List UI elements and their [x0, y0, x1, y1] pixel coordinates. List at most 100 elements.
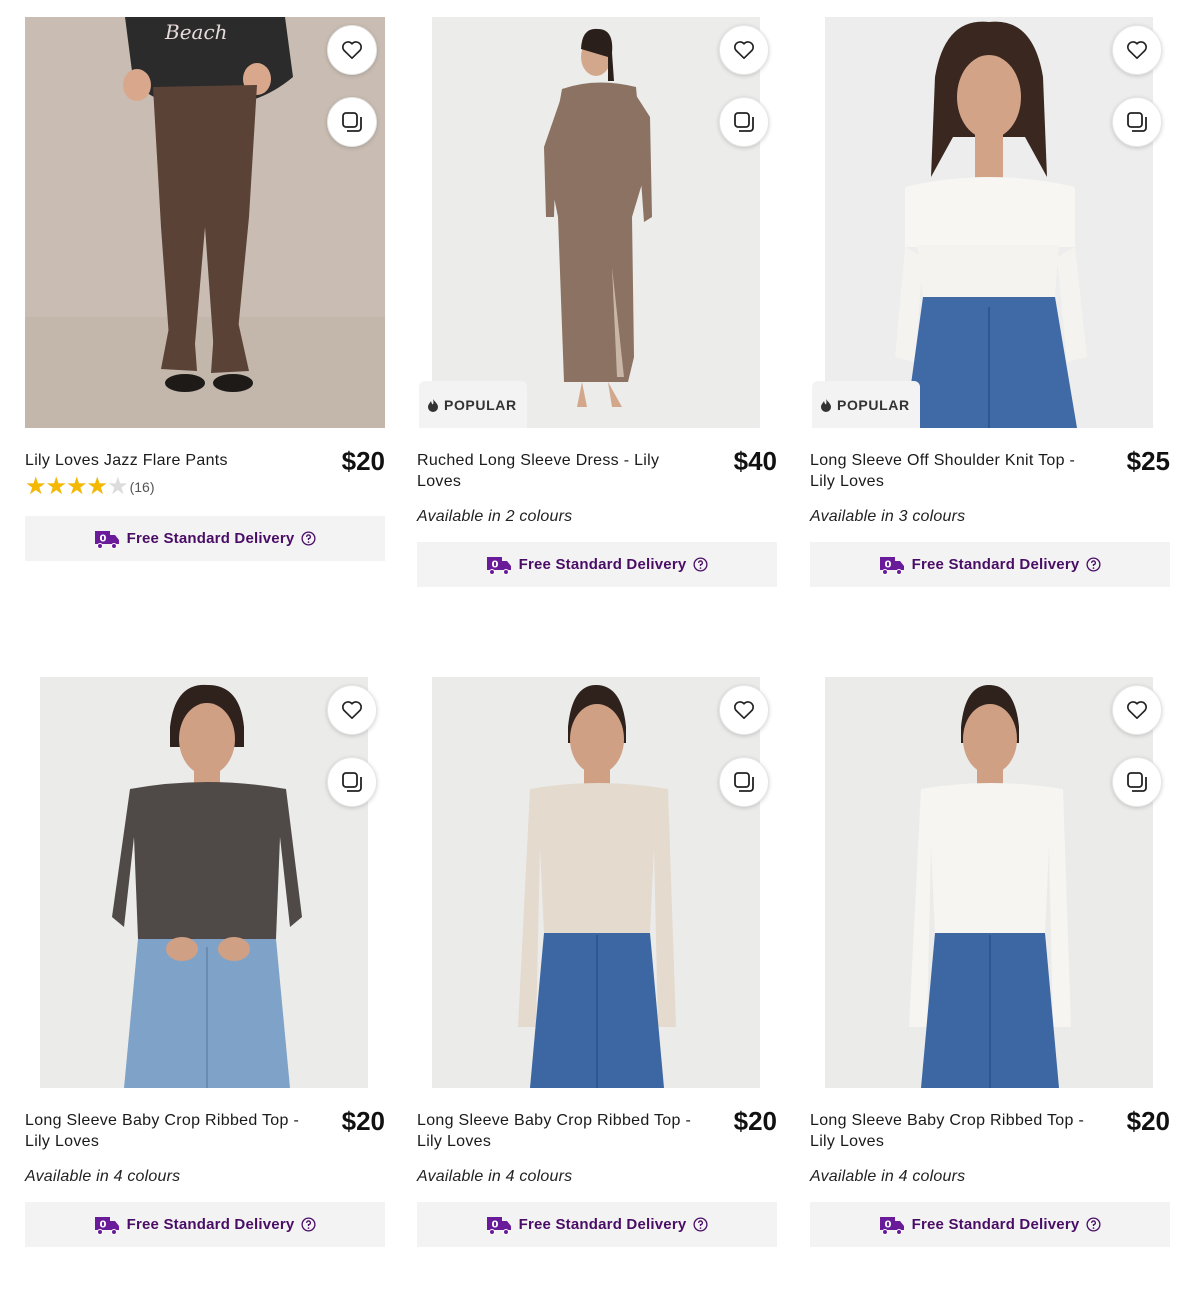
popular-badge: POPULAR [419, 381, 527, 428]
product-image[interactable]: Beach [25, 17, 385, 428]
colour-availability: Available in 4 colours [417, 1168, 573, 1185]
delivery-banner[interactable]: 0 Free Standard Delivery [810, 1202, 1170, 1247]
wishlist-button[interactable] [719, 685, 769, 735]
delivery-truck-icon: 0 [879, 1216, 904, 1235]
product-image[interactable] [40, 677, 368, 1088]
product-image-wrapper[interactable]: Beach [25, 17, 385, 428]
product-price: $40 [733, 446, 777, 476]
product-price: $20 [341, 1106, 385, 1136]
wishlist-button[interactable] [719, 25, 769, 75]
copy-icon [1127, 112, 1147, 132]
copy-icon [342, 112, 362, 132]
svg-text:Beach: Beach [164, 20, 228, 44]
heart-icon [342, 41, 362, 59]
copy-icon [734, 112, 754, 132]
product-rating[interactable]: ★★★★★ ★★★★★ (16) [25, 475, 385, 499]
help-circle-icon[interactable] [301, 531, 316, 546]
flame-icon [821, 398, 831, 412]
delivery-label: Free Standard Delivery [518, 1216, 687, 1233]
delivery-truck-icon: 0 [94, 1216, 119, 1235]
svg-text:0: 0 [884, 1219, 891, 1230]
copy-icon [1127, 772, 1147, 792]
help-circle-icon[interactable] [1086, 557, 1101, 572]
product-card[interactable]: Long Sleeve Baby Crop Ribbed Top - Lily … [417, 677, 777, 1247]
product-price: $20 [733, 1106, 777, 1136]
product-image-wrapper[interactable] [810, 677, 1170, 1088]
svg-text:0: 0 [99, 533, 106, 544]
compare-button[interactable] [1112, 97, 1162, 147]
review-count: (16) [129, 479, 155, 495]
delivery-banner[interactable]: 0 Free Standard Delivery [25, 516, 385, 561]
help-circle-icon[interactable] [693, 1217, 708, 1232]
product-info: Long Sleeve Baby Crop Ribbed Top - Lily … [25, 1088, 385, 1164]
svg-text:0: 0 [491, 559, 498, 570]
colour-availability: Available in 4 colours [810, 1168, 966, 1185]
product-image-wrapper[interactable] [25, 677, 385, 1088]
delivery-truck-icon: 0 [486, 556, 511, 575]
product-card[interactable]: POPULAR Ruched Long Sleeve Dress - Lily … [417, 17, 777, 587]
compare-button[interactable] [327, 97, 377, 147]
product-card[interactable]: Long Sleeve Baby Crop Ribbed Top - Lily … [25, 677, 385, 1247]
delivery-label: Free Standard Delivery [126, 1216, 295, 1233]
product-image[interactable] [825, 17, 1153, 428]
wishlist-button[interactable] [1112, 25, 1162, 75]
product-card[interactable]: Long Sleeve Baby Crop Ribbed Top - Lily … [810, 677, 1170, 1247]
product-image-wrapper[interactable]: POPULAR [810, 17, 1170, 428]
delivery-banner[interactable]: 0 Free Standard Delivery [417, 1202, 777, 1247]
delivery-truck-icon: 0 [486, 1216, 511, 1235]
product-card[interactable]: POPULAR Long Sleeve Off Shoulder Knit To… [810, 17, 1170, 587]
heart-icon [1127, 701, 1147, 719]
product-title[interactable]: Long Sleeve Baby Crop Ribbed Top - Lily … [25, 1110, 300, 1152]
delivery-label: Free Standard Delivery [911, 1216, 1080, 1233]
colour-availability: Available in 3 colours [810, 508, 966, 525]
wishlist-button[interactable] [327, 25, 377, 75]
colour-availability: Available in 2 colours [417, 508, 573, 525]
product-image[interactable] [432, 677, 760, 1088]
svg-text:0: 0 [884, 559, 891, 570]
delivery-label: Free Standard Delivery [911, 556, 1080, 573]
compare-button[interactable] [1112, 757, 1162, 807]
product-image[interactable] [432, 17, 760, 428]
product-title[interactable]: Ruched Long Sleeve Dress - Lily Loves [417, 450, 692, 492]
help-circle-icon[interactable] [693, 557, 708, 572]
help-circle-icon[interactable] [301, 1217, 316, 1232]
copy-icon [734, 772, 754, 792]
flame-icon [428, 398, 438, 412]
product-card[interactable]: Beach Lily Loves Jazz Flare Pants $20 ★★… [25, 17, 385, 561]
colour-availability: Available in 4 colours [25, 1168, 181, 1185]
delivery-banner[interactable]: 0 Free Standard Delivery [417, 542, 777, 587]
product-price: $20 [1126, 1106, 1170, 1136]
delivery-label: Free Standard Delivery [126, 530, 295, 547]
product-image[interactable] [825, 677, 1153, 1088]
product-price: $25 [1126, 446, 1170, 476]
wishlist-button[interactable] [327, 685, 377, 735]
product-title[interactable]: Long Sleeve Baby Crop Ribbed Top - Lily … [417, 1110, 692, 1152]
delivery-truck-icon: 0 [879, 556, 904, 575]
product-image-wrapper[interactable]: POPULAR [417, 17, 777, 428]
wishlist-button[interactable] [1112, 685, 1162, 735]
heart-icon [734, 701, 754, 719]
help-circle-icon[interactable] [1086, 1217, 1101, 1232]
star-rating-icon: ★★★★★ ★★★★★ [25, 473, 129, 500]
compare-button[interactable] [719, 97, 769, 147]
compare-button[interactable] [327, 757, 377, 807]
product-price: $20 [341, 446, 385, 476]
svg-text:0: 0 [99, 1219, 106, 1230]
product-image-wrapper[interactable] [417, 677, 777, 1088]
product-info: Long Sleeve Baby Crop Ribbed Top - Lily … [810, 1088, 1170, 1164]
copy-icon [342, 772, 362, 792]
product-info: Long Sleeve Off Shoulder Knit Top - Lily… [810, 428, 1170, 504]
svg-text:0: 0 [491, 1219, 498, 1230]
compare-button[interactable] [719, 757, 769, 807]
product-title[interactable]: Long Sleeve Baby Crop Ribbed Top - Lily … [810, 1110, 1085, 1152]
delivery-banner[interactable]: 0 Free Standard Delivery [25, 1202, 385, 1247]
product-title[interactable]: Long Sleeve Off Shoulder Knit Top - Lily… [810, 450, 1085, 492]
heart-icon [734, 41, 754, 59]
delivery-truck-icon: 0 [94, 530, 119, 549]
heart-icon [342, 701, 362, 719]
product-info: Long Sleeve Baby Crop Ribbed Top - Lily … [417, 1088, 777, 1164]
popular-badge: POPULAR [812, 381, 920, 428]
product-info: Ruched Long Sleeve Dress - Lily Loves $4… [417, 428, 777, 504]
delivery-banner[interactable]: 0 Free Standard Delivery [810, 542, 1170, 587]
product-title[interactable]: Lily Loves Jazz Flare Pants [25, 450, 300, 471]
